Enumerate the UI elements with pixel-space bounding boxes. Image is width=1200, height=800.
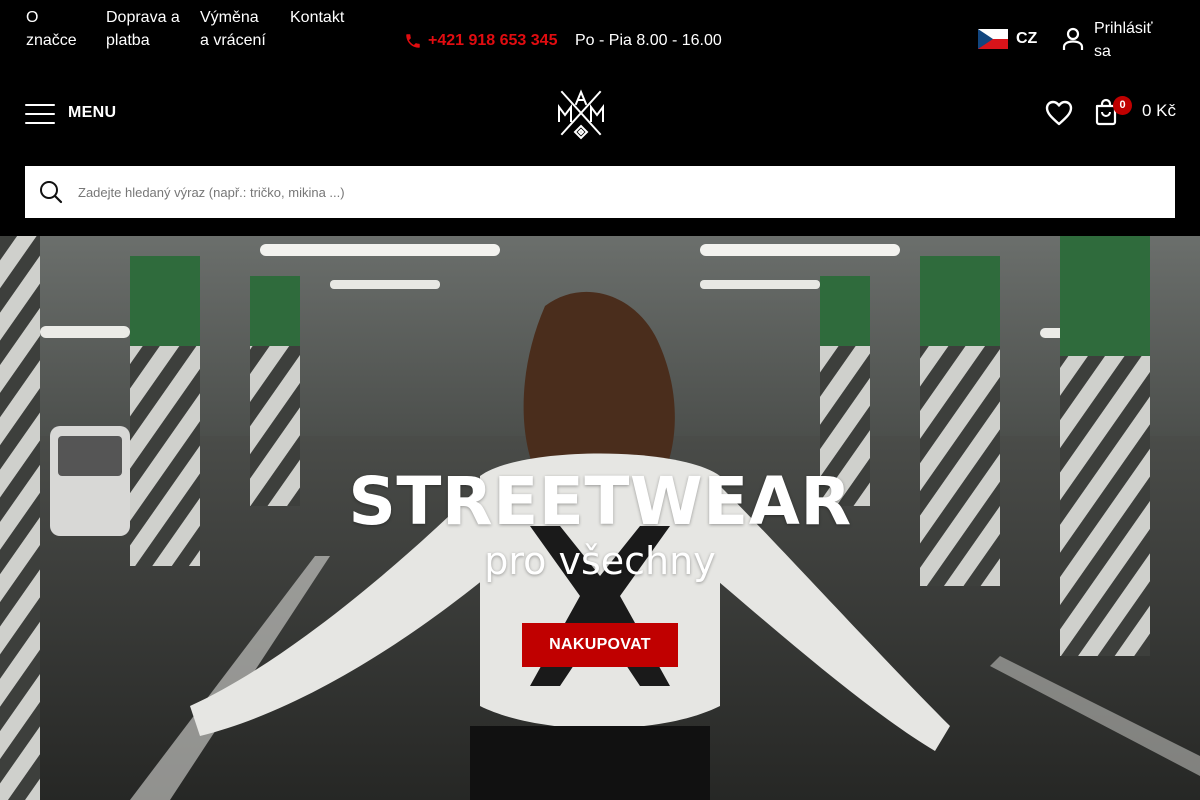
top-link-shipping[interactable]: Doprava a platba	[106, 6, 180, 52]
hero-banner: STREETWEAR pro všechny NAKUPOVAT	[0, 236, 1200, 800]
menu-label: MENU	[68, 104, 117, 121]
phone-contact[interactable]: +421 918 653 345	[404, 29, 557, 52]
top-link-about[interactable]: O značce	[26, 6, 88, 52]
language-switcher[interactable]: CZ	[978, 29, 1037, 49]
search-icon[interactable]	[39, 180, 63, 204]
language-code: CZ	[1016, 30, 1038, 47]
heart-icon[interactable]	[1045, 100, 1073, 126]
brand-logo[interactable]	[556, 88, 606, 142]
hamburger-icon	[25, 102, 55, 124]
hero-subtitle: pro všechny	[484, 539, 716, 583]
czech-flag-icon	[978, 29, 1008, 49]
cart-count-badge: 0	[1113, 96, 1132, 115]
top-link-contact[interactable]: Kontakt	[290, 6, 360, 29]
hero-title: STREETWEAR	[348, 463, 852, 540]
top-bar: O značce Doprava a platba Výměna a vráce…	[0, 0, 1200, 80]
shop-now-button[interactable]: NAKUPOVAT	[522, 623, 678, 667]
search-input[interactable]	[78, 184, 1138, 200]
cart-total[interactable]: 0 Kč	[1142, 101, 1176, 121]
login-link[interactable]: Prihlásiť sa	[1062, 17, 1170, 63]
opening-hours: Po - Pia 8.00 - 16.00	[575, 32, 722, 49]
menu-button[interactable]: MENU	[25, 102, 116, 124]
phone-number[interactable]: +421 918 653 345	[428, 32, 557, 50]
search-bar	[25, 166, 1175, 218]
top-link-returns[interactable]: Výměna a vrácení	[200, 6, 270, 52]
login-label: Prihlásiť sa	[1094, 20, 1153, 60]
user-icon	[1062, 27, 1084, 50]
phone-icon	[406, 33, 420, 48]
